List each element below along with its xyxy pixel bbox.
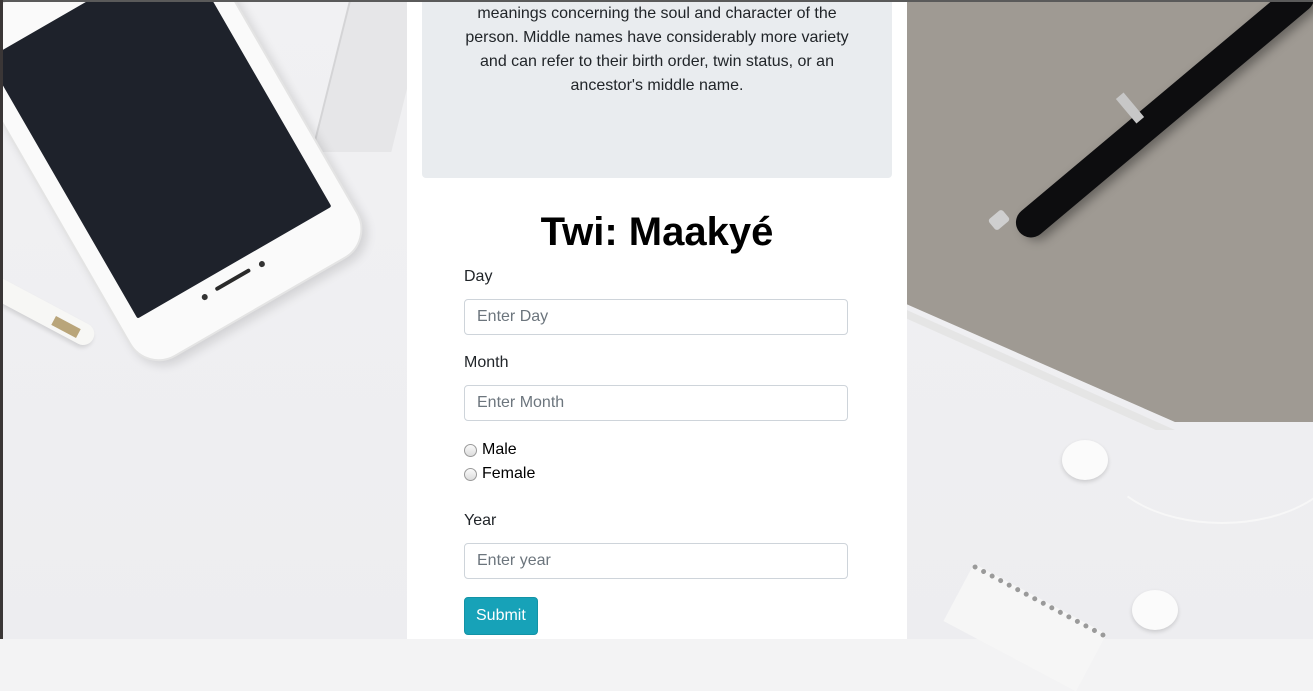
day-label: Day bbox=[464, 268, 493, 285]
male-radio[interactable] bbox=[464, 443, 477, 457]
info-line: person. Middle names have considerably m… bbox=[465, 29, 849, 46]
info-line: meanings concerning the soul and charact… bbox=[477, 5, 837, 22]
info-line: and can refer to their birth order, twin… bbox=[480, 53, 834, 70]
day-input[interactable] bbox=[464, 299, 848, 335]
gender-option-female[interactable]: Female bbox=[464, 465, 535, 483]
month-label: Month bbox=[464, 354, 509, 371]
main-column: meanings concerning the soul and charact… bbox=[407, 2, 907, 639]
submit-button[interactable]: Submit bbox=[464, 597, 538, 635]
earbud-image bbox=[1132, 590, 1178, 630]
month-input[interactable] bbox=[464, 385, 848, 421]
year-label: Year bbox=[464, 512, 497, 529]
female-radio[interactable] bbox=[464, 467, 477, 481]
form-title: Twi: Maakyé bbox=[540, 210, 774, 254]
male-radio-label: Male bbox=[482, 441, 517, 458]
earbud-image bbox=[1062, 440, 1108, 480]
info-line: ancestor's middle name. bbox=[570, 77, 744, 94]
gender-option-male[interactable]: Male bbox=[464, 441, 517, 459]
phone-sensor-dot bbox=[257, 259, 267, 269]
info-jumbotron: meanings concerning the soul and charact… bbox=[422, 2, 892, 178]
phone-speaker bbox=[214, 267, 252, 292]
year-input[interactable] bbox=[464, 543, 848, 579]
window-left-border bbox=[0, 0, 3, 639]
info-text: meanings concerning the soul and charact… bbox=[452, 2, 862, 98]
phone-camera-dot bbox=[200, 292, 209, 302]
female-radio-label: Female bbox=[482, 465, 536, 482]
